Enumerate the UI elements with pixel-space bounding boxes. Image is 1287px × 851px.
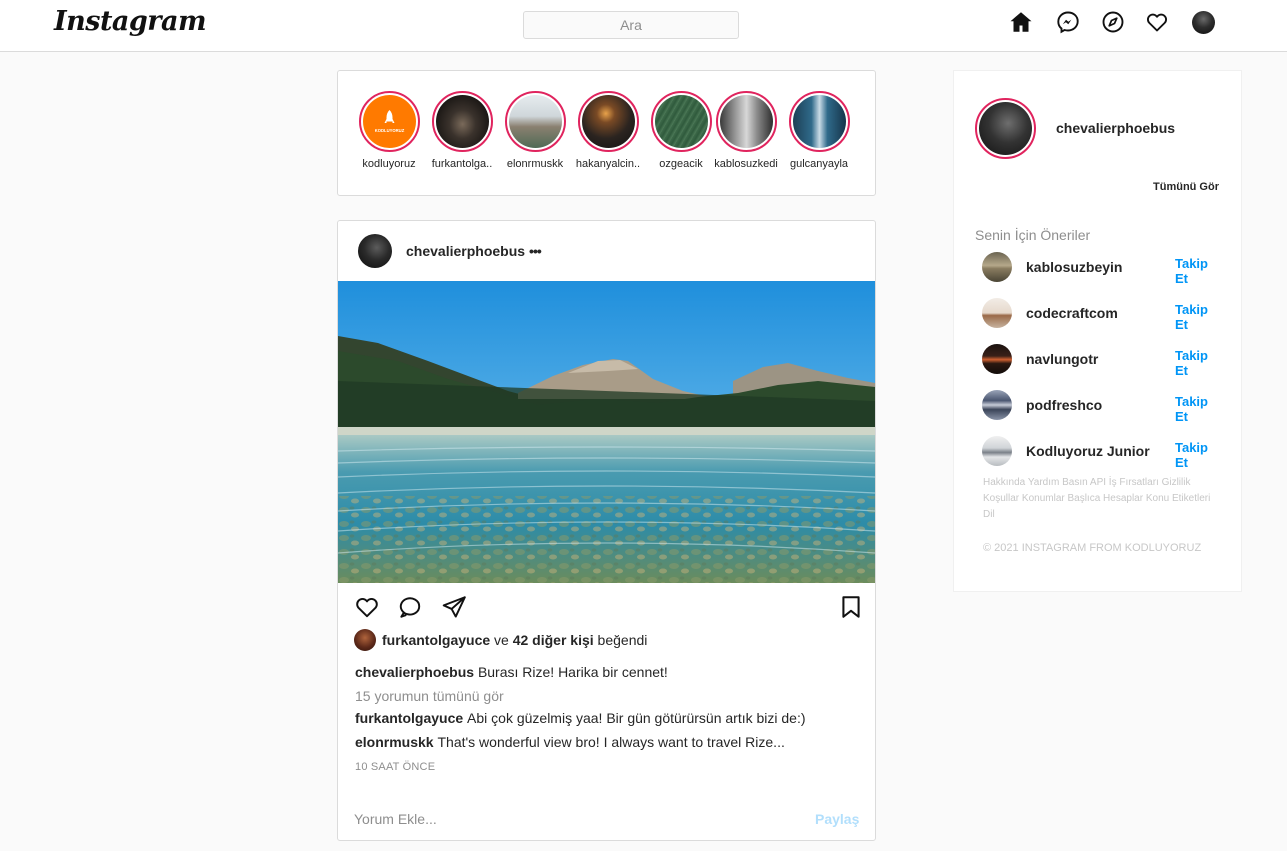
suggestion-item: podfreshco Takip Et xyxy=(982,390,1224,424)
copyright-text: © 2021 INSTAGRAM FROM KODLUYORUZ xyxy=(983,542,1202,554)
suggestion-avatar[interactable] xyxy=(982,390,1012,420)
more-options-icon[interactable]: ••• xyxy=(529,243,542,259)
story-username: kodluyoruz xyxy=(362,158,416,170)
activity-heart-icon[interactable] xyxy=(1145,10,1169,34)
story-avatar xyxy=(435,95,489,148)
like-heart-icon[interactable] xyxy=(354,594,380,620)
suggestion-item: codecraftcom Takip Et xyxy=(982,298,1224,332)
bookmark-icon[interactable] xyxy=(838,594,864,620)
svg-text:KODLUYORUZ: KODLUYORUZ xyxy=(374,128,404,133)
comment-username[interactable]: elonrmuskk xyxy=(355,734,434,750)
explore-compass-icon[interactable] xyxy=(1101,10,1125,34)
post-caption: chevalierphoebus Burası Rize! Harika bir… xyxy=(355,664,668,680)
story-username: hakanyalcin.. xyxy=(575,158,641,170)
comment-row: furkantolgayuce Abi çok güzelmiş yaa! Bi… xyxy=(355,710,806,726)
share-send-icon[interactable] xyxy=(441,594,467,620)
current-username[interactable]: chevalierphoebus xyxy=(1056,120,1175,136)
follow-button[interactable]: Takip Et xyxy=(1175,440,1224,470)
story-ring: KODLUYORUZ xyxy=(358,91,420,152)
suggestion-avatar[interactable] xyxy=(982,252,1012,282)
follow-button[interactable]: Takip Et xyxy=(1175,256,1224,286)
post-header: chevalierphoebus ••• xyxy=(358,233,542,269)
stories-tray: KODLUYORUZ kodluyoruz furkantolga.. elon… xyxy=(337,70,876,196)
instagram-logo[interactable]: Instagram xyxy=(54,6,207,37)
others-count[interactable]: 42 diğer kişi xyxy=(513,632,594,648)
likes-connector: ve xyxy=(494,632,509,648)
comment-text: That's wonderful view bro! I always want… xyxy=(437,734,785,750)
story-username: gulcanyayla xyxy=(789,158,849,170)
story-username: ozgeacik xyxy=(659,158,703,170)
post-timestamp: 10 SAAT ÖNCE xyxy=(355,761,436,773)
story-item[interactable]: kablosuzkedi xyxy=(709,91,783,170)
suggestion-username[interactable]: podfreshco xyxy=(1026,397,1102,413)
story-item[interactable]: furkantolga.. xyxy=(425,91,499,170)
comment-row: elonrmuskk That's wonderful view bro! I … xyxy=(355,734,785,750)
footer-links[interactable]: Hakkında Yardım Basın API İş Fırsatları … xyxy=(983,475,1213,523)
story-username: furkantolga.. xyxy=(431,158,493,170)
story-avatar xyxy=(719,95,773,148)
suggestion-username[interactable]: Kodluyoruz Junior xyxy=(1026,443,1150,459)
current-user-photo xyxy=(979,102,1032,155)
current-user-avatar[interactable] xyxy=(975,98,1036,159)
view-all-comments-link[interactable]: 15 yorumun tümünü gör xyxy=(355,688,504,704)
story-ring xyxy=(431,91,493,152)
story-ring xyxy=(650,91,712,152)
suggestion-avatar[interactable] xyxy=(982,298,1012,328)
suggestion-item: Kodluyoruz Junior Takip Et xyxy=(982,436,1224,470)
see-all-link[interactable]: Tümünü Gör xyxy=(1153,181,1219,193)
profile-avatar[interactable] xyxy=(1192,11,1215,34)
liker-username[interactable]: furkantolgayuce xyxy=(382,632,490,648)
follow-button[interactable]: Takip Et xyxy=(1175,302,1224,332)
post-author-username[interactable]: chevalierphoebus xyxy=(406,243,525,259)
comment-icon[interactable] xyxy=(397,594,423,620)
story-ring xyxy=(577,91,639,152)
story-item[interactable]: hakanyalcin.. xyxy=(571,91,645,170)
add-comment-input[interactable] xyxy=(354,809,794,829)
post-comment-button[interactable]: Paylaş xyxy=(815,811,859,827)
story-item[interactable]: KODLUYORUZ kodluyoruz xyxy=(352,91,426,170)
home-icon[interactable] xyxy=(1009,10,1033,34)
suggestion-item: navlungotr Takip Et xyxy=(982,344,1224,378)
story-item[interactable]: gulcanyayla xyxy=(782,91,856,170)
caption-text: Burası Rize! Harika bir cennet! xyxy=(477,664,668,680)
suggestion-item: kablosuzbeyin Takip Et xyxy=(982,252,1224,286)
right-sidebar: chevalierphoebus Tümünü Gör Senin İçin Ö… xyxy=(953,70,1242,592)
comment-text: Abi çok güzelmiş yaa! Bir gün götürürsün… xyxy=(467,710,806,726)
search-input[interactable] xyxy=(523,11,739,39)
story-item[interactable]: elonrmuskk xyxy=(498,91,572,170)
suggestion-username[interactable]: navlungotr xyxy=(1026,351,1098,367)
kodluyoruz-logo: KODLUYORUZ xyxy=(362,95,416,148)
story-avatar xyxy=(654,95,708,148)
story-username: elonrmuskk xyxy=(506,158,564,170)
post-photo-lake[interactable] xyxy=(338,281,875,583)
story-item[interactable]: ozgeacik xyxy=(644,91,718,170)
likes-summary: furkantolgayuce ve 42 diğer kişi beğendi xyxy=(354,629,647,651)
top-navigation-bar: Instagram xyxy=(0,0,1287,52)
follow-button[interactable]: Takip Et xyxy=(1175,348,1224,378)
suggestion-username[interactable]: codecraftcom xyxy=(1026,305,1118,321)
story-ring xyxy=(504,91,566,152)
suggestion-avatar[interactable] xyxy=(982,344,1012,374)
story-avatar xyxy=(581,95,635,148)
suggestion-username[interactable]: kablosuzbeyin xyxy=(1026,259,1122,275)
caption-username[interactable]: chevalierphoebus xyxy=(355,664,474,680)
suggestions-title: Senin İçin Öneriler xyxy=(975,227,1091,243)
story-username: kablosuzkedi xyxy=(714,158,778,170)
story-ring xyxy=(788,91,850,152)
story-ring xyxy=(715,91,777,152)
comment-username[interactable]: furkantolgayuce xyxy=(355,710,463,726)
feed-post: chevalierphoebus ••• furkantolgayuce ve … xyxy=(337,220,876,841)
suggestion-avatar[interactable] xyxy=(982,436,1012,466)
story-avatar xyxy=(792,95,846,148)
liker-avatar[interactable] xyxy=(354,629,376,651)
story-avatar xyxy=(508,95,562,148)
follow-button[interactable]: Takip Et xyxy=(1175,394,1224,424)
messenger-icon[interactable] xyxy=(1056,10,1080,34)
likes-suffix: beğendi xyxy=(597,632,648,648)
post-author-avatar[interactable] xyxy=(358,234,392,268)
